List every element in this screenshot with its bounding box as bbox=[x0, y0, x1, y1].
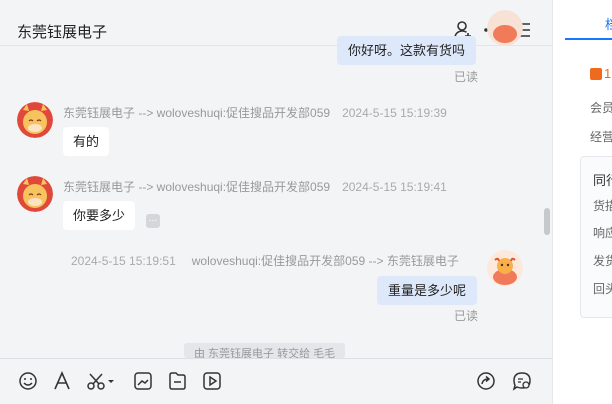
tab-profile[interactable]: 档 bbox=[605, 14, 612, 33]
scissors-icon[interactable] bbox=[86, 371, 116, 391]
member-label: 会员 bbox=[590, 101, 612, 115]
system-transfer-note: 由 东莞钰展电子 转交给 毛毛 bbox=[184, 343, 346, 358]
business-label: 经营 bbox=[590, 130, 612, 144]
message-meta: 东莞钰展电子 --> woloveshuqi:促佳搜品开发部059 2024-5-… bbox=[63, 104, 447, 121]
badge-icon bbox=[590, 68, 602, 80]
file-icon[interactable] bbox=[167, 371, 187, 391]
read-status: 已读 bbox=[454, 70, 479, 84]
contact-avatar bbox=[17, 102, 53, 138]
my-avatar bbox=[487, 250, 523, 286]
message-meta: 东莞钰展电子 --> woloveshuqi:促佳搜品开发部059 2024-5-… bbox=[63, 178, 447, 195]
read-status: 已读 bbox=[454, 309, 479, 323]
font-icon[interactable] bbox=[52, 371, 72, 391]
video-icon[interactable] bbox=[202, 371, 222, 391]
scrollbar-thumb[interactable] bbox=[544, 208, 550, 235]
message-time: 2024-5-15 15:19:41 bbox=[342, 180, 447, 194]
message-time: 2024-5-15 15:19:39 bbox=[342, 106, 447, 120]
contact-avatar bbox=[17, 176, 53, 212]
message-bubble: 你要多少 bbox=[63, 201, 136, 230]
card-row: 回头 bbox=[593, 282, 612, 296]
message-bubble: 有的 bbox=[63, 127, 110, 156]
sender-route: 东莞钰展电子 --> woloveshuqi:促佳搜品开发部059 bbox=[63, 106, 331, 120]
input-toolbar bbox=[0, 358, 552, 404]
image-icon[interactable] bbox=[133, 371, 153, 391]
card-row: 响应 bbox=[593, 226, 612, 240]
message-meta: 2024-5-15 15:19:51 woloveshuqi:促佳搜品开发部059… bbox=[71, 252, 459, 269]
message-bubble: 你好呀。这款有货吗 bbox=[337, 36, 477, 65]
message-menu-icon[interactable]: ... bbox=[146, 214, 160, 228]
sender-route: 东莞钰展电子 --> woloveshuqi:促佳搜品开发部059 bbox=[63, 180, 331, 194]
message-time: 2024-5-15 15:19:51 bbox=[71, 254, 176, 268]
card-title: 同行 bbox=[593, 173, 612, 188]
share-icon[interactable] bbox=[476, 371, 496, 391]
message-bubble: 重量是多少呢 bbox=[377, 276, 478, 305]
tab-underline bbox=[565, 38, 612, 40]
card-row: 货描 bbox=[593, 199, 612, 213]
contact-name: 东莞钰展电子 bbox=[17, 24, 108, 41]
peer-comparison-card: 同行 货描 响应 发货 回头 bbox=[580, 156, 612, 318]
chat-panel: 东莞钰展电子 你好呀。这款有货吗 已读 东莞钰展电子 --> woloveshu… bbox=[0, 0, 552, 404]
customer-info-sidebar: 档 1 会员 经营 同行 货描 响应 发货 回头 bbox=[552, 0, 612, 404]
emoji-icon[interactable] bbox=[18, 371, 38, 391]
card-row: 发货 bbox=[593, 254, 612, 268]
sender-route: woloveshuqi:促佳搜品开发部059 --> 东莞钰展电子 bbox=[191, 254, 459, 268]
my-avatar-top bbox=[487, 10, 523, 46]
chat-settings-icon[interactable] bbox=[512, 371, 532, 391]
badge-count: 1 bbox=[604, 66, 612, 81]
